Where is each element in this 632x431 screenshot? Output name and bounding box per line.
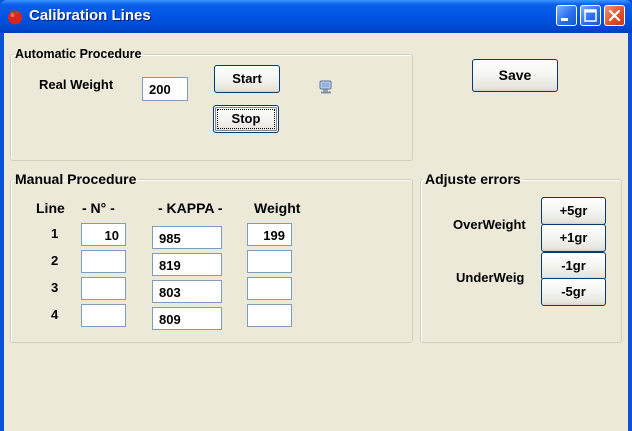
row-2-n-input[interactable] — [81, 250, 126, 273]
row-3-kappa-input[interactable]: 803 — [152, 280, 222, 303]
focus-rectangle — [217, 109, 275, 129]
row-3-n-input[interactable] — [81, 277, 126, 300]
row-1-weight-input[interactable]: 199 — [247, 223, 292, 246]
line-column-header: Line — [36, 200, 65, 216]
row-3-line-number: 3 — [51, 280, 59, 295]
weight-column-header: Weight — [254, 200, 301, 216]
automatic-procedure-legend: Automatic Procedure — [15, 47, 142, 61]
minimize-icon — [561, 18, 568, 21]
application-window: Calibration Lines Automatic Procedure Re… — [0, 0, 632, 431]
window-client-area: Automatic Procedure Real Weight 200 Star… — [4, 33, 628, 431]
plus-5gr-button[interactable]: +5gr — [541, 197, 606, 225]
plus-1gr-button[interactable]: +1gr — [541, 224, 606, 252]
row-4-weight-input[interactable] — [247, 304, 292, 327]
minus-5gr-button[interactable]: -5gr — [541, 278, 606, 306]
maximize-icon — [584, 9, 597, 22]
minus-1gr-button[interactable]: -1gr — [541, 252, 606, 280]
row-4-line-number: 4 — [51, 307, 59, 322]
row-4-n-input[interactable] — [81, 304, 126, 327]
row-2-line-number: 2 — [51, 253, 59, 268]
row-3-weight-input[interactable] — [247, 277, 292, 300]
computer-icon — [319, 80, 332, 94]
row-2-weight-input[interactable] — [247, 250, 292, 273]
save-button[interactable]: Save — [472, 59, 558, 92]
manual-procedure-legend: Manual Procedure — [15, 171, 137, 187]
automatic-procedure-group: Automatic Procedure — [10, 47, 413, 161]
row-1-kappa-input[interactable]: 985 — [152, 226, 222, 249]
stop-button[interactable]: Stop — [213, 105, 279, 133]
adjust-errors-legend: Adjuste errors — [425, 171, 521, 187]
row-1-n-input[interactable]: 10 — [81, 223, 126, 246]
n-column-header: - N° - — [82, 200, 115, 216]
row-4-kappa-input[interactable]: 809 — [152, 307, 222, 330]
underweight-label: UnderWeig — [456, 270, 525, 285]
real-weight-label: Real Weight — [39, 77, 114, 92]
maximize-button[interactable] — [580, 5, 601, 26]
window-title: Calibration Lines — [29, 7, 151, 24]
start-button[interactable]: Start — [214, 65, 280, 93]
kappa-column-header: - KAPPA - — [158, 200, 223, 216]
real-weight-input[interactable]: 200 — [142, 77, 188, 101]
title-bar[interactable]: Calibration Lines — [0, 0, 632, 33]
close-button[interactable] — [604, 5, 625, 26]
row-2-kappa-input[interactable]: 819 — [152, 253, 222, 276]
overweight-label: OverWeight — [453, 217, 526, 232]
close-icon — [608, 9, 621, 22]
row-1-line-number: 1 — [51, 226, 59, 241]
tomato-app-icon — [8, 10, 22, 25]
minimize-button[interactable] — [556, 5, 577, 26]
